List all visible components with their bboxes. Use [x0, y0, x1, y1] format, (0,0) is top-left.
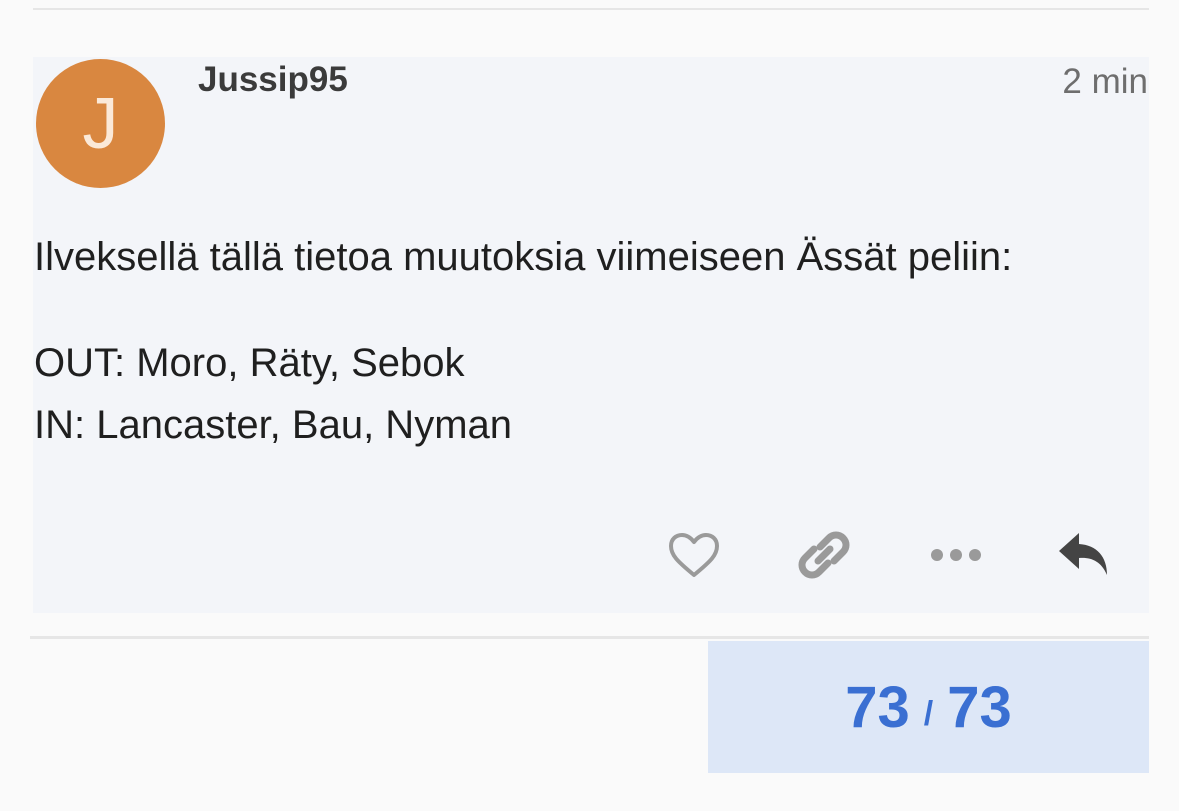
progress-current: 73 [845, 674, 910, 740]
reply-button[interactable] [1057, 527, 1113, 583]
post-timestamp[interactable]: 2 min [1062, 62, 1148, 102]
post-line-3: IN: Lancaster, Bau, Nyman [34, 403, 513, 447]
link-icon [798, 531, 850, 579]
post-body: Ilveksellä tällä tietoa muutoksia viimei… [34, 226, 1012, 456]
progress-total: 73 [947, 674, 1012, 740]
avatar[interactable]: J [36, 59, 165, 188]
like-button[interactable] [666, 527, 722, 583]
heart-icon [669, 533, 719, 577]
bottom-divider [30, 636, 1149, 639]
post-author[interactable]: Jussip95 [198, 60, 348, 100]
more-icon [931, 549, 981, 561]
post-line-1: Ilveksellä tällä tietoa muutoksia viimei… [34, 235, 1013, 279]
reply-icon [1059, 533, 1107, 575]
post-line-2: OUT: Moro, Räty, Sebok [34, 341, 465, 385]
progress-separator: / [923, 694, 934, 733]
top-divider [33, 8, 1149, 10]
avatar-letter: J [82, 83, 119, 164]
topic-progress[interactable]: 73 / 73 [708, 641, 1149, 773]
copy-link-button[interactable] [796, 527, 852, 583]
more-options-button[interactable] [928, 527, 984, 583]
